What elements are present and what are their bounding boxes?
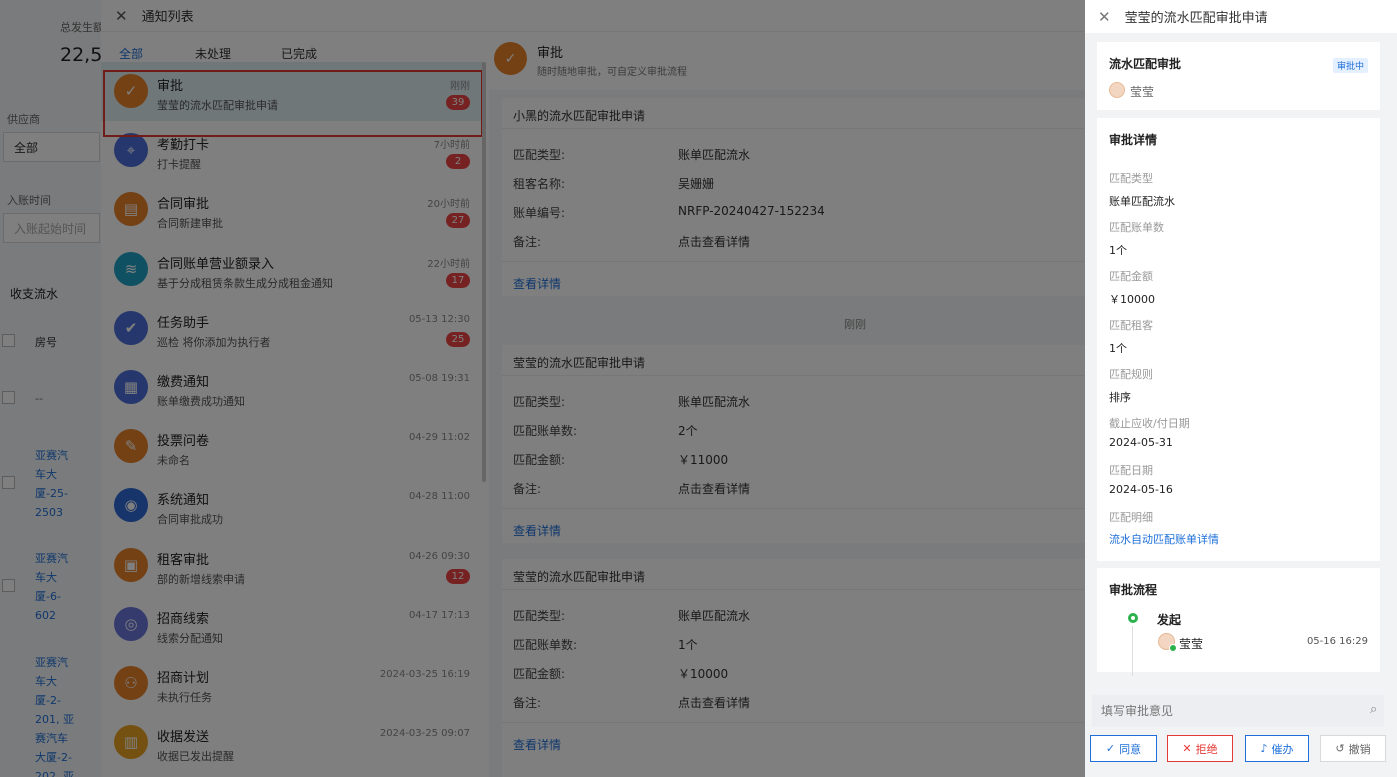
flow-step-label: 发起 [1157, 613, 1182, 627]
flow-title: 审批流程 [1109, 583, 1158, 597]
agree-label: 同意 [1119, 742, 1142, 756]
field-label: 匹配规则 [1109, 368, 1153, 381]
field-label: 匹配明细 [1109, 511, 1153, 524]
field-value: 1个 [1109, 342, 1127, 355]
field-value: ￥10000 [1109, 293, 1155, 306]
summary-title: 流水匹配审批 [1109, 57, 1182, 71]
undo-icon: ↺ [1335, 742, 1345, 755]
applicant-name: 莹莹 [1130, 85, 1155, 99]
close-icon[interactable]: ✕ [1098, 8, 1111, 26]
avatar [1109, 82, 1125, 98]
drawer-header: ✕ 莹莹的流水匹配审批申请 [1085, 0, 1397, 33]
field-value: 2024-05-31 [1109, 436, 1173, 449]
flow-card: 审批流程 发起 莹莹 05-16 16:29 [1097, 568, 1380, 676]
details-title: 审批详情 [1109, 133, 1158, 147]
field-label: 匹配账单数 [1109, 221, 1164, 234]
field-value: 排序 [1109, 391, 1131, 404]
urge-label: 催办 [1271, 742, 1294, 756]
close-icon: ✕ [1182, 742, 1192, 755]
field-value: 2024-05-16 [1109, 483, 1173, 496]
revoke-button[interactable]: ↺ 撤销 [1320, 735, 1386, 762]
summary-card: 流水匹配审批 审批中 莹莹 [1097, 42, 1380, 110]
match-details-link[interactable]: 流水自动匹配账单详情 [1109, 531, 1219, 547]
approval-drawer: ✕ 莹莹的流水匹配审批申请 流水匹配审批 审批中 莹莹 审批详情 匹配类型 账单… [1085, 0, 1397, 777]
field-label: 匹配日期 [1109, 464, 1153, 477]
bell-icon: ♪ [1260, 742, 1268, 755]
urge-button[interactable]: ♪ 催办 [1245, 735, 1309, 762]
flow-step-dot [1128, 613, 1138, 623]
comment-input[interactable] [1092, 695, 1384, 727]
revoke-label: 撤销 [1348, 742, 1371, 756]
reject-button[interactable]: ✕ 拒绝 [1167, 735, 1233, 762]
flow-user: 莹莹 [1179, 637, 1204, 651]
check-icon [1169, 644, 1177, 652]
reject-label: 拒绝 [1195, 742, 1218, 756]
field-label: 匹配金额 [1109, 270, 1153, 283]
field-value: 账单匹配流水 [1109, 195, 1175, 208]
flow-time: 05-16 16:29 [1306, 636, 1368, 647]
agree-button[interactable]: ✓ 同意 [1090, 735, 1157, 762]
field-label: 匹配类型 [1109, 172, 1153, 185]
drawer-title: 莹莹的流水匹配审批申请 [1124, 11, 1268, 26]
field-label: 匹配租客 [1109, 319, 1153, 332]
details-card: 审批详情 匹配类型 账单匹配流水 匹配账单数 1个 匹配金额 ￥10000 匹配… [1097, 118, 1380, 561]
field-label: 截止应收/付日期 [1109, 417, 1190, 430]
field-value: 1个 [1109, 244, 1127, 257]
status-badge: 审批中 [1332, 58, 1368, 73]
flow-line [1132, 626, 1133, 676]
attachment-icon[interactable]: ⌕ [1370, 702, 1377, 717]
modal-overlay [0, 0, 1085, 777]
check-icon: ✓ [1105, 742, 1116, 755]
